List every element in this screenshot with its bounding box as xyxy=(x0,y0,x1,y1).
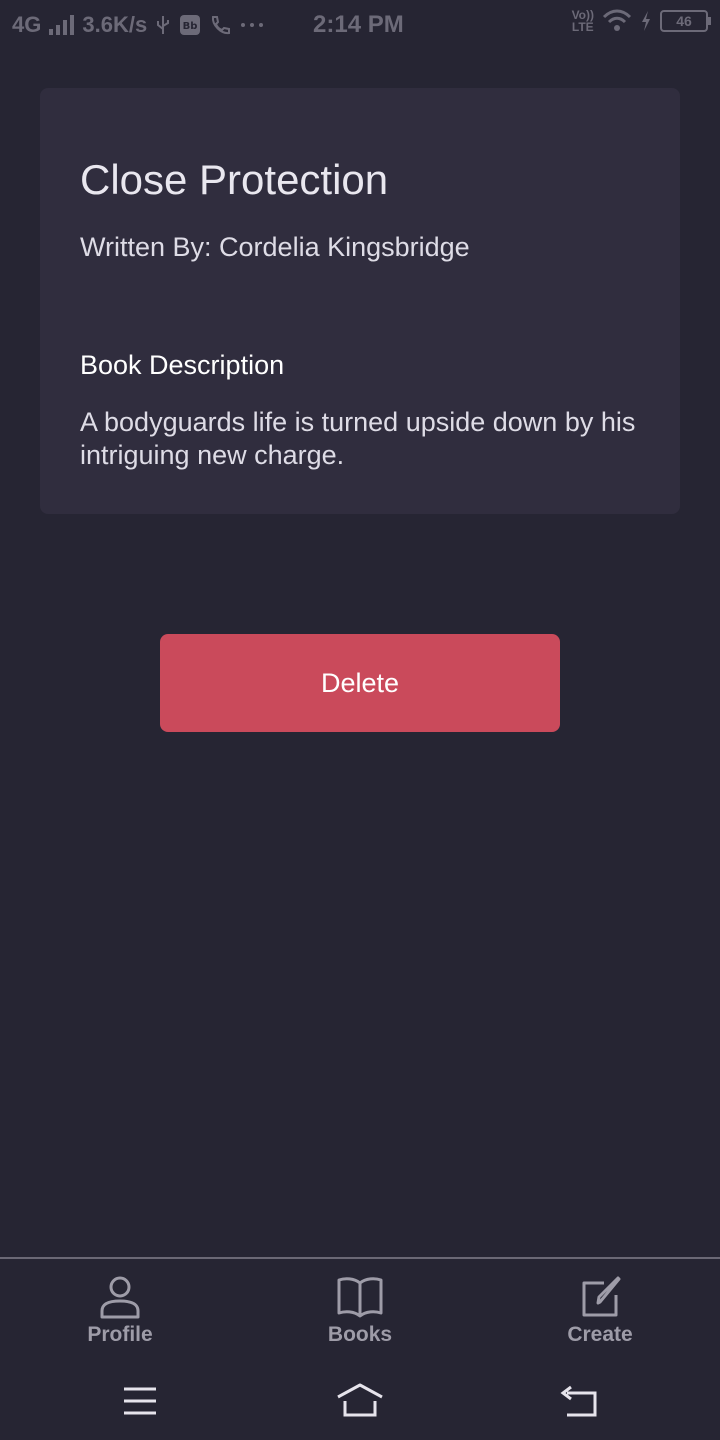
bottom-nav: Profile Books Create xyxy=(0,1257,720,1369)
book-title: Close Protection xyxy=(80,156,389,203)
person-icon xyxy=(100,1276,140,1319)
edit-icon xyxy=(582,1276,621,1317)
svg-text:Bb: Bb xyxy=(183,21,198,32)
status-time: 2:14 PM xyxy=(313,11,404,38)
charging-icon xyxy=(642,11,650,31)
book-card: Close Protection Written By: Cordelia Ki… xyxy=(40,88,680,514)
network-speed: 3.6K/s xyxy=(82,12,148,37)
nav-books-label: Books xyxy=(327,1323,393,1346)
description-heading: Book Description xyxy=(80,350,285,380)
system-nav-bar xyxy=(0,1367,720,1440)
signal-icon xyxy=(49,15,75,35)
book-description: A bodyguards life is turned upside down … xyxy=(80,407,636,470)
nav-create[interactable]: Create xyxy=(520,1275,680,1347)
volte-bottom-text: LTE xyxy=(571,20,594,34)
back-icon[interactable] xyxy=(555,1381,605,1421)
nav-profile-label: Profile xyxy=(87,1323,153,1346)
book-author: Written By: Cordelia Kingsbridge xyxy=(80,232,470,262)
delete-button[interactable]: Delete xyxy=(160,634,560,732)
menu-icon[interactable] xyxy=(115,1381,165,1421)
more-notifications-icon xyxy=(241,23,264,27)
status-left: 4G 3.6K/s Bb xyxy=(12,12,265,38)
notification-app-icon: Bb xyxy=(180,15,201,35)
volte-indicator: Vo)) LTE xyxy=(572,9,594,33)
call-icon xyxy=(212,16,231,35)
battery-icon: 46 xyxy=(660,10,711,32)
status-right: Vo)) LTE 46 xyxy=(572,9,711,33)
nav-create-label: Create xyxy=(567,1323,633,1346)
network-type: 4G xyxy=(12,12,42,37)
wifi-icon xyxy=(602,9,632,31)
nav-profile[interactable]: Profile xyxy=(40,1275,200,1347)
nav-books[interactable]: Books xyxy=(280,1275,440,1347)
home-icon[interactable] xyxy=(335,1381,385,1421)
status-bar: 4G 3.6K/s Bb 2:14 PM Vo)) LTE 46 xyxy=(0,0,720,50)
usb-icon xyxy=(157,16,170,34)
open-book-icon xyxy=(337,1277,383,1318)
